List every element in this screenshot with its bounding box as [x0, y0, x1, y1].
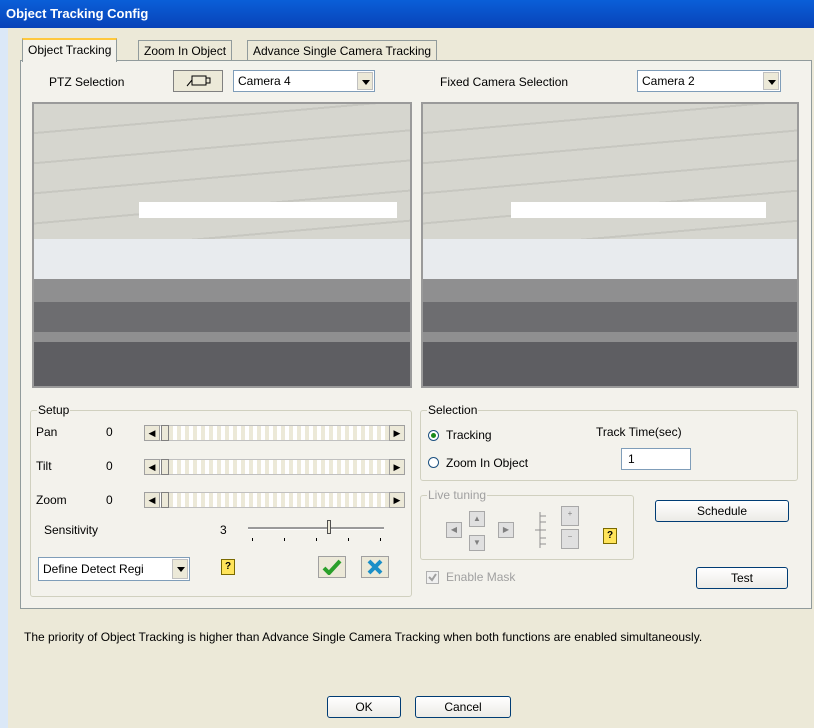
pan-right-icon[interactable]: ▶	[498, 522, 514, 538]
sensitivity-label: Sensitivity	[44, 523, 99, 537]
ptz-selection-label: PTZ Selection	[49, 75, 125, 89]
pan-scroll-thumb[interactable]	[161, 425, 169, 441]
ok-label: OK	[355, 700, 373, 714]
fixed-camera-select[interactable]: Camera 2	[637, 70, 781, 92]
fixed-camera-value: Camera 2	[642, 74, 695, 88]
tilt-scroll-thumb[interactable]	[161, 459, 169, 475]
tilt-up-icon[interactable]: ▲	[469, 511, 485, 527]
confirm-button[interactable]	[318, 556, 346, 578]
schedule-button[interactable]: Schedule	[655, 500, 789, 522]
zoom-value: 0	[106, 493, 113, 507]
ok-button[interactable]: OK	[327, 696, 401, 718]
slider-tick	[316, 538, 317, 541]
zoom-in-icon[interactable]: +	[561, 506, 579, 526]
tab-label: Zoom In Object	[144, 44, 227, 58]
video-wall	[423, 239, 797, 279]
live-tuning-legend: Live tuning	[428, 488, 487, 502]
scroll-left-icon[interactable]: ◀	[144, 492, 160, 508]
tab-label: Object Tracking	[28, 43, 112, 57]
video-cubicles-front	[423, 342, 797, 386]
ptz-camera-icon	[186, 74, 212, 91]
slider-thumb[interactable]	[327, 520, 331, 534]
zoom-scroll-thumb[interactable]	[161, 492, 169, 508]
scroll-left-icon[interactable]: ◀	[144, 425, 160, 441]
scroll-left-icon[interactable]: ◀	[144, 459, 160, 475]
detect-region-value: Define Detect Regi	[43, 562, 144, 576]
cross-icon	[367, 559, 383, 575]
zoom-out-icon[interactable]: −	[561, 529, 579, 549]
sensitivity-slider[interactable]	[248, 518, 384, 544]
slider-tick	[252, 538, 253, 541]
tab-label: Advance Single Camera Tracking	[253, 44, 432, 58]
zoom-in-object-radio[interactable]	[428, 457, 439, 468]
title-bar[interactable]: Object Tracking Config	[0, 0, 814, 28]
slider-tick	[284, 538, 285, 541]
pan-scrollbar[interactable]: ◀ ▶	[144, 425, 405, 441]
tab-object-tracking[interactable]: Object Tracking	[22, 38, 118, 62]
pan-value: 0	[106, 425, 113, 439]
zoom-tuning-slider-icon[interactable]	[532, 510, 552, 550]
video-cubicles	[423, 302, 797, 332]
help-icon[interactable]: ?	[603, 528, 617, 544]
cancel-label: Cancel	[444, 700, 482, 714]
checkmark-icon	[428, 573, 437, 582]
selection-legend: Selection	[428, 403, 478, 417]
scroll-right-icon[interactable]: ▶	[389, 492, 405, 508]
pan-left-icon[interactable]: ◀	[446, 522, 462, 538]
slider-tick	[380, 538, 381, 541]
tab-zoom-in-object[interactable]: Zoom In Object	[138, 40, 233, 61]
enable-mask-label: Enable Mask	[446, 570, 516, 584]
pan-label: Pan	[36, 425, 58, 439]
priority-note: The priority of Object Tracking is highe…	[24, 630, 703, 644]
schedule-label: Schedule	[696, 504, 748, 518]
ptz-camera-select[interactable]: Camera 4	[233, 70, 375, 92]
test-label: Test	[730, 571, 753, 585]
tilt-down-icon[interactable]: ▼	[469, 535, 485, 551]
track-time-value: 1	[628, 452, 635, 466]
tilt-label: Tilt	[36, 459, 52, 473]
video-ceiling	[423, 104, 797, 239]
zoom-label: Zoom	[36, 493, 67, 507]
cancel-button[interactable]: Cancel	[415, 696, 511, 718]
checkmark-icon	[322, 559, 342, 575]
video-light	[511, 202, 766, 218]
ptz-camera-value: Camera 4	[238, 74, 291, 88]
fixed-camera-label: Fixed Camera Selection	[440, 75, 569, 89]
window-title: Object Tracking Config	[6, 6, 149, 21]
tilt-value: 0	[106, 459, 113, 473]
tab-advance-single-camera-tracking[interactable]: Advance Single Camera Tracking	[247, 40, 438, 61]
chevron-down-icon[interactable]	[357, 72, 373, 90]
ptz-camera-button[interactable]	[173, 70, 223, 92]
track-time-input[interactable]: 1	[621, 448, 691, 470]
video-light	[139, 202, 397, 218]
slider-tick	[348, 538, 349, 541]
clear-button[interactable]	[361, 556, 389, 578]
scroll-right-icon[interactable]: ▶	[389, 459, 405, 475]
fixed-video-view[interactable]	[421, 102, 799, 388]
tracking-radio[interactable]	[428, 430, 439, 441]
zoom-in-object-label: Zoom In Object	[446, 456, 529, 470]
setup-legend: Setup	[38, 403, 70, 417]
sensitivity-value: 3	[220, 523, 227, 537]
chevron-down-icon[interactable]	[763, 72, 779, 90]
tracking-label: Tracking	[446, 428, 492, 442]
detect-region-select[interactable]: Define Detect Regi	[38, 557, 190, 581]
slider-track	[248, 527, 384, 530]
tilt-scrollbar[interactable]: ◀ ▶	[144, 459, 405, 475]
test-button[interactable]: Test	[696, 567, 788, 589]
chevron-down-icon[interactable]	[172, 559, 188, 579]
track-time-label: Track Time(sec)	[596, 425, 682, 439]
help-icon[interactable]: ?	[221, 559, 235, 575]
video-ceiling	[34, 104, 410, 239]
video-wall	[34, 239, 410, 279]
ptz-video-view[interactable]	[32, 102, 412, 388]
scroll-right-icon[interactable]: ▶	[389, 425, 405, 441]
zoom-scrollbar[interactable]: ◀ ▶	[144, 492, 405, 508]
enable-mask-checkbox[interactable]	[426, 571, 439, 584]
video-cubicles-front	[34, 342, 410, 386]
video-cubicles	[34, 302, 410, 332]
